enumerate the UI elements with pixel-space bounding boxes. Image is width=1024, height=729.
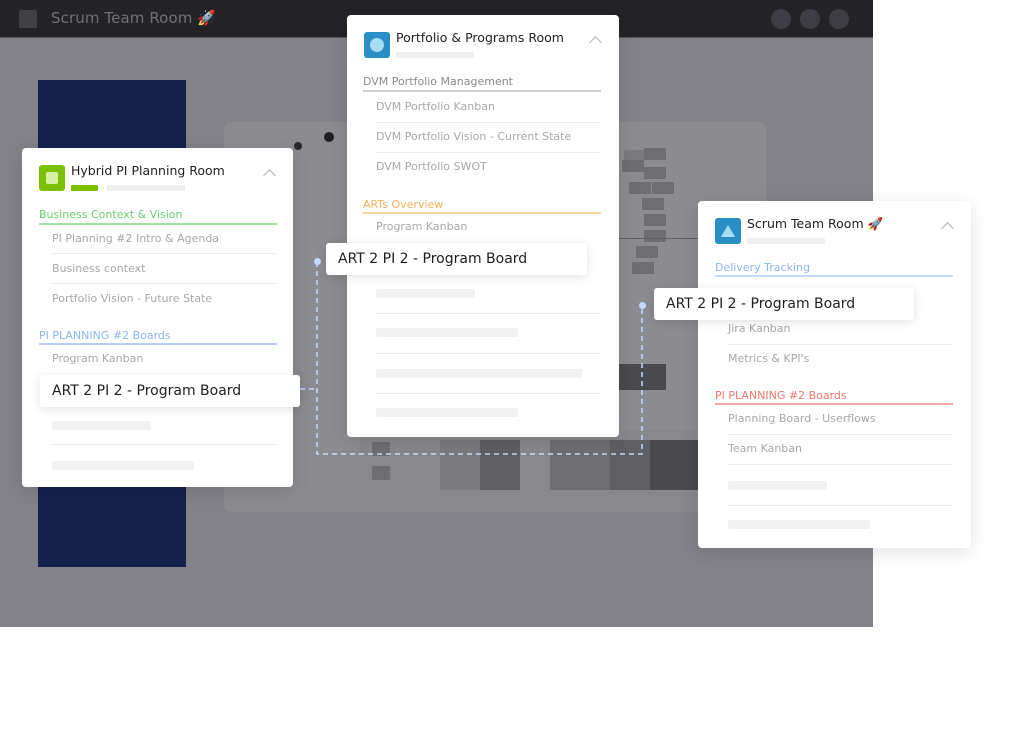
board-item[interactable]: Program Kanban bbox=[52, 352, 143, 365]
skeleton-item bbox=[52, 421, 151, 430]
skeleton-item bbox=[376, 328, 518, 337]
section-divider bbox=[715, 275, 953, 277]
divider bbox=[728, 434, 953, 435]
connector-dot bbox=[639, 302, 646, 309]
board-item[interactable]: Jira Kanban bbox=[728, 322, 791, 335]
section-divider bbox=[363, 90, 601, 92]
dragged-board-item[interactable]: ART 2 PI 2 - Program Board bbox=[654, 288, 914, 320]
triangle-icon bbox=[715, 218, 741, 244]
divider bbox=[728, 505, 953, 506]
divider bbox=[376, 122, 601, 123]
section-divider bbox=[39, 343, 277, 345]
scrum-room-card: Scrum Team Room 🚀 Delivery Tracking Jira… bbox=[698, 201, 971, 548]
divider bbox=[52, 444, 277, 445]
board-item[interactable]: PI Planning #2 Intro & Agenda bbox=[52, 232, 219, 245]
dragged-board-item[interactable]: ART 2 PI 2 - Program Board bbox=[326, 243, 587, 275]
board-item[interactable]: Program Kanban bbox=[376, 220, 467, 233]
board-item[interactable]: DVM Portfolio SWOT bbox=[376, 160, 487, 173]
board-item[interactable]: DVM Portfolio Vision - Current State bbox=[376, 130, 571, 143]
dragged-board-item[interactable]: ART 2 PI 2 - Program Board bbox=[40, 375, 300, 407]
board-item[interactable]: Business context bbox=[52, 262, 145, 275]
circle-icon bbox=[364, 32, 390, 58]
skeleton-item bbox=[376, 289, 475, 298]
divider bbox=[376, 353, 601, 354]
skeleton-item bbox=[728, 520, 870, 529]
section-label: DVM Portfolio Management bbox=[363, 75, 513, 88]
divider bbox=[376, 313, 601, 314]
room-title: Hybrid PI Planning Room bbox=[71, 163, 225, 178]
connector-dot bbox=[314, 258, 321, 265]
chevron-up-icon[interactable] bbox=[589, 36, 602, 49]
skeleton-item bbox=[376, 408, 518, 417]
portfolio-room-card: Portfolio & Programs Room DVM Portfolio … bbox=[347, 15, 619, 437]
hybrid-room-card: Hybrid PI Planning Room Business Context… bbox=[22, 148, 293, 487]
divider bbox=[52, 253, 277, 254]
card-header[interactable]: Portfolio & Programs Room bbox=[364, 30, 602, 60]
divider bbox=[376, 393, 601, 394]
divider bbox=[728, 344, 953, 345]
card-header[interactable]: Hybrid PI Planning Room bbox=[39, 163, 276, 193]
board-item[interactable]: Planning Board - Userflows bbox=[728, 412, 876, 425]
section-label: PI PLANNING #2 Boards bbox=[715, 389, 847, 402]
room-title: Portfolio & Programs Room bbox=[396, 30, 564, 45]
section-label: Delivery Tracking bbox=[715, 261, 810, 274]
divider bbox=[728, 464, 953, 465]
skeleton-item bbox=[376, 369, 582, 378]
skeleton-bar bbox=[747, 238, 825, 244]
skeleton-item bbox=[728, 481, 827, 490]
divider bbox=[376, 152, 601, 153]
square-icon bbox=[39, 165, 65, 191]
section-divider bbox=[39, 223, 277, 225]
board-item[interactable]: Metrics & KPI's bbox=[728, 352, 809, 365]
section-label: PI PLANNING #2 Boards bbox=[39, 329, 171, 342]
skeleton-item bbox=[52, 461, 194, 470]
stage: Scrum Team Room 🚀 Hybrid PI Planning Roo… bbox=[0, 0, 1024, 729]
progress-indicator bbox=[71, 185, 98, 191]
board-item[interactable]: DVM Portfolio Kanban bbox=[376, 100, 495, 113]
divider bbox=[52, 283, 277, 284]
chevron-up-icon[interactable] bbox=[263, 169, 276, 182]
skeleton-bar bbox=[107, 185, 185, 191]
card-header[interactable]: Scrum Team Room 🚀 bbox=[715, 216, 954, 246]
section-label: Business Context & Vision bbox=[39, 208, 183, 221]
board-item[interactable]: Portfolio Vision - Future State bbox=[52, 292, 212, 305]
board-item[interactable]: Team Kanban bbox=[728, 442, 802, 455]
room-title: Scrum Team Room 🚀 bbox=[747, 216, 884, 231]
section-divider bbox=[363, 212, 601, 214]
chevron-up-icon[interactable] bbox=[941, 222, 954, 235]
section-label: ARTs Overview bbox=[363, 198, 444, 211]
section-divider bbox=[715, 403, 953, 405]
skeleton-bar bbox=[396, 52, 474, 58]
